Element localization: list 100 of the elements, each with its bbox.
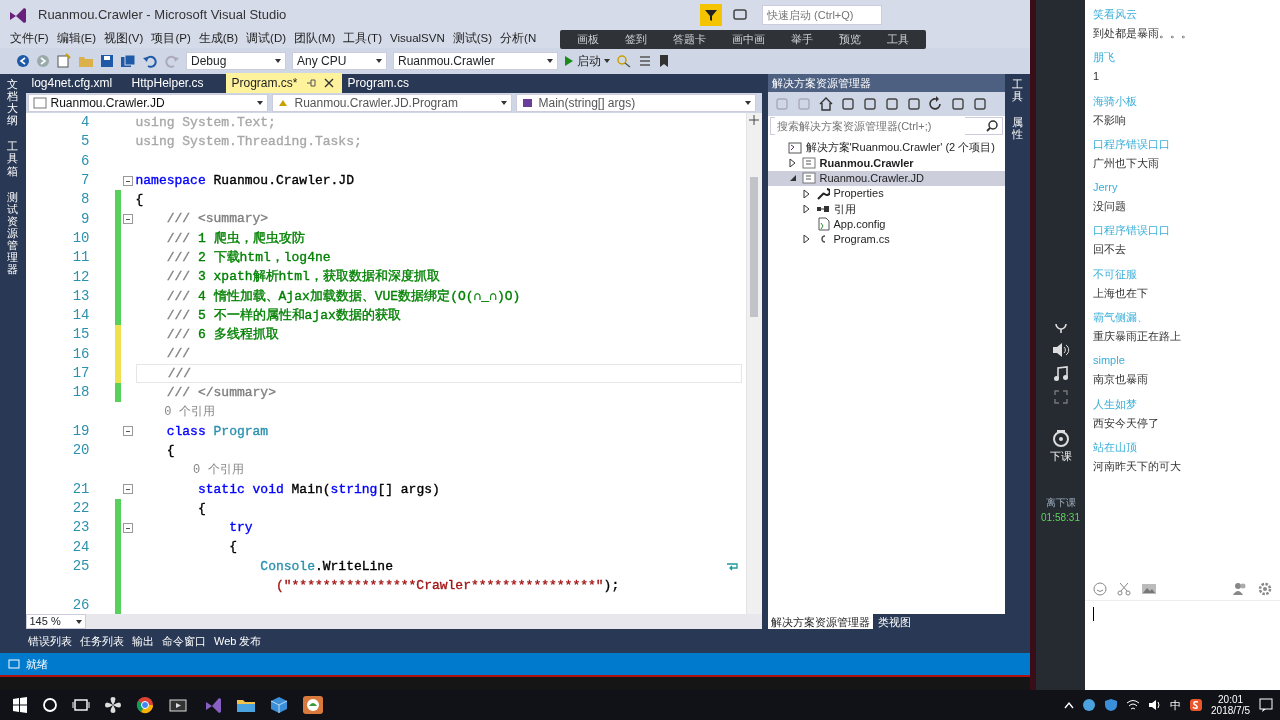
browse-icon[interactable] bbox=[616, 54, 632, 68]
chevron-up-icon[interactable] bbox=[1064, 701, 1075, 709]
menu-item[interactable]: 编辑(E) bbox=[52, 30, 101, 48]
document-tab[interactable]: log4net.cfg.xml bbox=[25, 73, 126, 93]
tool-window-tab[interactable]: 任务列表 bbox=[76, 632, 128, 650]
close-icon[interactable] bbox=[323, 78, 334, 88]
side-tab[interactable]: 属性 bbox=[1011, 116, 1023, 141]
side-tab[interactable]: 测试资源管理器 bbox=[7, 190, 19, 276]
menu-item[interactable]: 团队(M) bbox=[290, 30, 340, 48]
search-icon[interactable] bbox=[42, 697, 58, 713]
tree-item[interactable]: Properties bbox=[767, 185, 1005, 202]
startup-project-dropdown[interactable]: Ruanmou.Crawler bbox=[393, 52, 558, 70]
cube-app-icon[interactable] bbox=[270, 696, 288, 714]
pinwheel-app-icon[interactable] bbox=[104, 696, 122, 714]
scrollbar-thumb[interactable] bbox=[750, 177, 758, 317]
reference-count[interactable]: 0 个引用 bbox=[193, 461, 244, 479]
menu-item[interactable]: VisualSVN bbox=[385, 30, 449, 48]
menu-item[interactable]: 工具(T) bbox=[339, 30, 386, 48]
zoom-dropdown[interactable]: 145 % bbox=[25, 614, 86, 629]
quick-launch-field[interactable]: 快速启动 (Ctrl+Q) bbox=[762, 5, 882, 25]
tree-item[interactable]: App.config bbox=[767, 216, 1005, 232]
navigation-dropdown[interactable]: Ruanmou.Crawler.JD.Program bbox=[271, 94, 512, 112]
toolbar-item[interactable]: 画板 bbox=[564, 31, 612, 48]
leaf-app-icon[interactable] bbox=[302, 695, 324, 715]
fullscreen-icon[interactable] bbox=[1053, 390, 1068, 404]
image-icon[interactable] bbox=[1141, 582, 1157, 596]
visual-studio-icon[interactable] bbox=[204, 696, 222, 714]
side-tab[interactable]: 工具箱 bbox=[7, 140, 19, 177]
save-all-icon[interactable] bbox=[120, 54, 136, 68]
fold-toggle[interactable] bbox=[122, 484, 133, 495]
refresh-icon[interactable] bbox=[927, 96, 944, 112]
tree-item[interactable]: Ruanmou.Crawler.JD bbox=[767, 170, 1005, 186]
tool-window-tab[interactable]: 错误列表 bbox=[24, 632, 76, 650]
tree-item[interactable]: 引用 bbox=[767, 201, 1005, 217]
menu-item[interactable]: 生成(B) bbox=[194, 30, 243, 48]
settings-icon[interactable] bbox=[1258, 582, 1272, 596]
input-method-indicator[interactable]: 中 bbox=[1170, 696, 1182, 714]
menu-item[interactable]: 分析(N bbox=[496, 30, 541, 48]
tool-window-tab[interactable]: Web 发布 bbox=[210, 632, 266, 650]
toolbar-item[interactable]: 举手 bbox=[778, 31, 826, 48]
toolbar-item[interactable]: 画中画 bbox=[719, 31, 778, 48]
search-field[interactable]: 搜索解决方案资源管理器(Ctrl+;) bbox=[769, 117, 1003, 135]
save-icon[interactable] bbox=[100, 54, 114, 68]
collapsed-arrow-icon[interactable] bbox=[788, 158, 797, 167]
notification-icon[interactable] bbox=[1258, 697, 1274, 713]
end-class-button[interactable]: 下课 bbox=[1049, 428, 1072, 465]
tool-window-tab[interactable]: 命令窗口 bbox=[158, 632, 210, 650]
windows-start-icon[interactable] bbox=[12, 697, 28, 713]
tree-item[interactable]: Ruanmou.Crawler bbox=[767, 155, 1005, 171]
side-tab[interactable]: 工具 bbox=[1011, 78, 1023, 103]
shield-icon[interactable] bbox=[1104, 698, 1119, 712]
search-icon[interactable] bbox=[985, 120, 998, 132]
toolbar-item[interactable]: 签到 bbox=[612, 31, 660, 48]
menu-item[interactable]: 测试(S) bbox=[448, 30, 497, 48]
task-view-icon[interactable] bbox=[72, 697, 90, 713]
fold-toggle[interactable] bbox=[122, 175, 133, 186]
document-tab[interactable]: Program.cs* bbox=[225, 73, 342, 93]
split-icon[interactable] bbox=[749, 115, 759, 125]
fold-toggle[interactable] bbox=[122, 426, 133, 437]
undo-icon[interactable] bbox=[142, 54, 158, 68]
navigation-dropdown[interactable]: Main(string[] args) bbox=[515, 94, 756, 112]
toolbar-item[interactable]: 工具 bbox=[874, 31, 922, 48]
music-icon[interactable] bbox=[1052, 366, 1069, 382]
network-icon[interactable] bbox=[1126, 698, 1141, 712]
tree-item[interactable]: 解决方案'Ruanmou.Crawler' (2 个项目) bbox=[767, 140, 1005, 156]
menu-item[interactable]: 视图(V) bbox=[100, 30, 148, 48]
expanded-arrow-icon[interactable] bbox=[788, 174, 797, 183]
sogou-icon[interactable] bbox=[1189, 698, 1204, 712]
reference-count[interactable]: 0 个引用 bbox=[164, 403, 215, 422]
tool-window-tab[interactable]: 输出 bbox=[128, 632, 158, 650]
menu-item[interactable]: 项目(P) bbox=[147, 30, 195, 48]
navigation-dropdown[interactable]: Ruanmou.Crawler.JD bbox=[27, 94, 268, 112]
panel-tab[interactable]: 类视图 bbox=[874, 614, 914, 629]
menu-item[interactable]: 文件(F) bbox=[6, 30, 53, 48]
document-tab[interactable]: HttpHelper.cs bbox=[125, 73, 226, 93]
pin-icon[interactable] bbox=[305, 78, 316, 88]
fold-toggle[interactable] bbox=[122, 214, 133, 225]
tree-item[interactable]: Program.cs bbox=[767, 231, 1005, 248]
clock[interactable]: 20:01 2018/7/5 bbox=[1211, 693, 1250, 717]
filter-button[interactable] bbox=[700, 4, 722, 26]
new-project-icon[interactable] bbox=[56, 53, 72, 69]
feedback-icon[interactable] bbox=[732, 7, 748, 23]
toolbar-item[interactable]: 预览 bbox=[826, 31, 874, 48]
configuration-dropdown[interactable]: Debug bbox=[186, 52, 286, 70]
side-tab[interactable]: 文档大纲 bbox=[7, 78, 19, 127]
volume-icon[interactable] bbox=[1148, 698, 1163, 712]
menu-item[interactable]: 调试(D) bbox=[242, 30, 291, 48]
users-icon[interactable] bbox=[1232, 582, 1248, 596]
platform-dropdown[interactable]: Any CPU bbox=[292, 52, 387, 70]
start-button[interactable]: 启动 bbox=[564, 52, 610, 70]
home-icon[interactable] bbox=[817, 96, 834, 112]
panel-tab[interactable]: 解决方案资源管理器 bbox=[767, 614, 873, 629]
bookmark-icon[interactable] bbox=[658, 54, 670, 68]
toolbar-item[interactable]: 答题卡 bbox=[660, 31, 719, 48]
video-app-icon[interactable] bbox=[168, 696, 190, 714]
tray-app-icon[interactable] bbox=[1082, 698, 1097, 712]
collapsed-arrow-icon[interactable] bbox=[802, 235, 811, 244]
browser-icon[interactable] bbox=[136, 696, 154, 714]
document-tab[interactable]: Program.cs bbox=[341, 73, 442, 93]
scissors-icon[interactable] bbox=[1117, 582, 1131, 596]
